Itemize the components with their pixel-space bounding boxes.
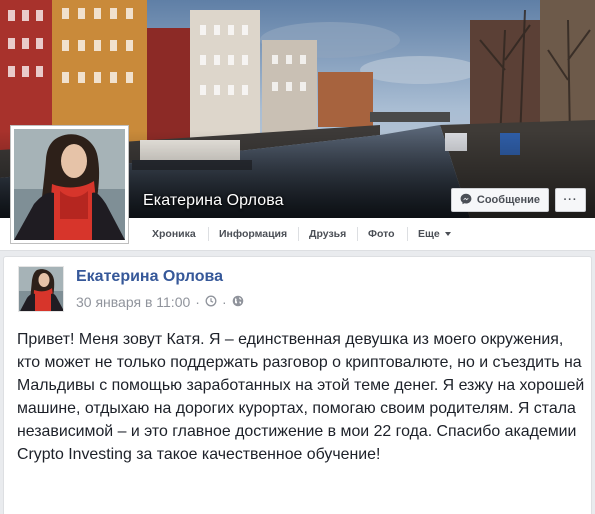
tab-photos[interactable]: Фото bbox=[357, 218, 395, 250]
tab-label: Еще bbox=[418, 228, 440, 240]
tab-label: Друзья bbox=[309, 228, 347, 240]
cover-actions: Сообщение ··· bbox=[450, 188, 586, 212]
post-timestamp[interactable]: 30 января в 11:00 bbox=[76, 294, 190, 310]
tab-label: Фото bbox=[368, 228, 395, 240]
separator-dot: · bbox=[221, 294, 227, 310]
post-meta: 30 января в 11:00 · · bbox=[76, 294, 244, 310]
message-button-label: Сообщение bbox=[476, 194, 540, 206]
caret-down-icon bbox=[444, 232, 451, 236]
clock-icon bbox=[205, 294, 217, 310]
tab-label: Хроника bbox=[152, 228, 196, 240]
separator-dot: · bbox=[195, 294, 200, 310]
post-card: Екатерина Орлова 30 января в 11:00 · · П… bbox=[3, 256, 592, 514]
profile-name[interactable]: Екатерина Орлова bbox=[143, 192, 284, 210]
more-options-button[interactable]: ··· bbox=[555, 188, 586, 212]
post-text: Привет! Меня зовут Катя. Я – единственна… bbox=[17, 331, 585, 464]
post-author-name[interactable]: Екатерина Орлова bbox=[76, 268, 223, 286]
tab-label: Информация bbox=[219, 228, 288, 240]
tab-timeline[interactable]: Хроника bbox=[152, 218, 196, 250]
messenger-icon bbox=[460, 193, 472, 208]
tab-about[interactable]: Информация bbox=[207, 218, 288, 250]
tab-friends[interactable]: Друзья bbox=[297, 218, 347, 250]
tab-more[interactable]: Еще bbox=[407, 218, 451, 250]
post-author-avatar[interactable] bbox=[18, 266, 64, 312]
message-button[interactable]: Сообщение bbox=[450, 188, 549, 212]
globe-icon[interactable] bbox=[232, 294, 244, 310]
profile-picture[interactable] bbox=[10, 125, 129, 244]
